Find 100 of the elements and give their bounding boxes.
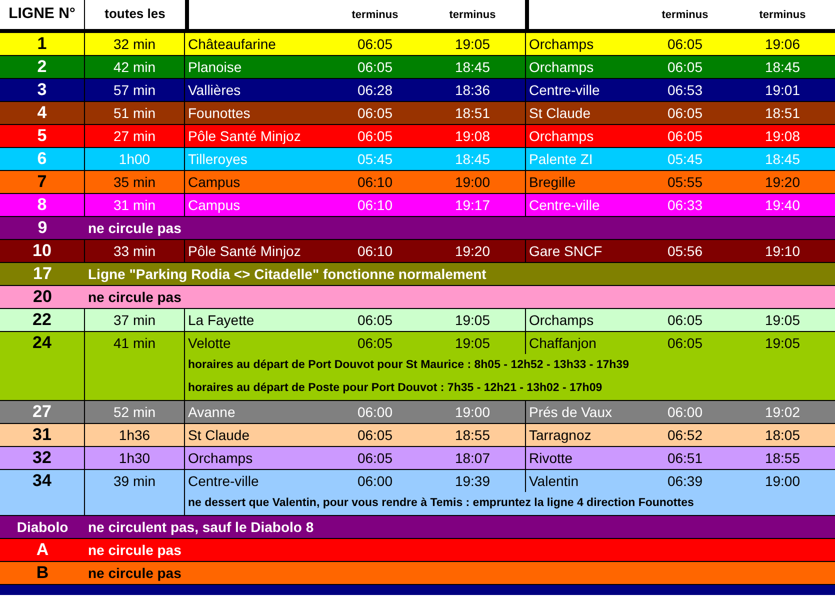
time-cell-text: 19:05 xyxy=(764,310,802,330)
time-cell-text: 06:10 xyxy=(356,196,394,214)
column-header: terminus xyxy=(448,8,497,22)
frequency-cell-text: 33 min xyxy=(113,242,156,261)
destination-cell: Centre-ville xyxy=(525,79,640,101)
line-number: 31 xyxy=(32,424,52,446)
time-cell-text: 19:06 xyxy=(764,34,802,54)
time-cell-text: 19:08 xyxy=(764,126,802,146)
frequency-cell-text: 42 min xyxy=(113,58,156,77)
time-cell-text: 06:28 xyxy=(356,80,394,100)
origin-cell-text: Campus xyxy=(187,196,242,215)
time-cell-text: 06:33 xyxy=(666,196,704,214)
origin-cell-text: Pôle Santé Minjoz xyxy=(187,126,302,146)
frequency-cell-text: 31 min xyxy=(113,196,156,215)
destination-cell: Gare SNCF xyxy=(525,240,640,262)
time-cell-text: 18:51 xyxy=(454,104,492,122)
time-cell-text: 06:05 xyxy=(356,34,394,54)
origin-cell-text: Campus xyxy=(187,172,242,192)
time-cell-text: 19:05 xyxy=(454,334,492,352)
notice-text: ne circulent pas, sauf le Diabolo 8 xyxy=(87,518,314,537)
line-number: 3 xyxy=(37,79,47,101)
time-cell-text: 05:56 xyxy=(666,242,704,260)
notice-text: Ligne "Parking Rodia <> Citadelle" fonctionne normalement xyxy=(87,264,486,284)
column-header: toutes les xyxy=(104,5,166,23)
frequency-cell-text: 51 min xyxy=(113,104,156,123)
time-cell-text: 06:05 xyxy=(356,334,394,352)
time-cell-text: 19:20 xyxy=(454,242,492,260)
time-cell-text: 18:51 xyxy=(764,104,802,122)
line-number: 2 xyxy=(37,56,47,78)
time-cell-text: 18:55 xyxy=(454,426,492,444)
line-number: 6 xyxy=(37,148,47,170)
origin-cell-text: Châteaufarine xyxy=(187,34,277,54)
frequency-cell-text: 35 min xyxy=(113,173,156,192)
time-cell-text: 18:45 xyxy=(454,150,492,168)
line-number: 34 xyxy=(32,470,52,492)
origin-cell-text: Vallières xyxy=(187,80,242,100)
time-cell-text: 19:40 xyxy=(764,196,802,214)
time-cell-text: 06:53 xyxy=(666,80,704,100)
time-cell-text: 06:05 xyxy=(356,426,394,444)
time-cell-text: 19:00 xyxy=(454,402,492,422)
origin-cell-text: Founottes xyxy=(187,104,252,122)
destination-cell: Orchamps xyxy=(525,309,640,331)
column-header: LIGNE N° xyxy=(0,0,85,29)
time-cell-text: 18:36 xyxy=(454,80,492,100)
time-cell-text: 19:05 xyxy=(454,34,492,54)
time-cell-text: 19:05 xyxy=(764,334,802,352)
destination-cell: St Claude xyxy=(525,102,640,124)
notice-text: ne circule pas xyxy=(87,564,182,583)
frequency-cell-text: 39 min xyxy=(113,472,156,491)
time-cell-text: 06:05 xyxy=(666,310,704,330)
time-cell-text: 06:05 xyxy=(666,126,704,146)
frequency-cell-text: 1h30 xyxy=(118,449,150,468)
origin-cell-text: Planoise xyxy=(187,58,243,76)
frequency-cell-text: 1h00 xyxy=(118,150,150,169)
origin-cell-text: Pôle Santé Minjoz xyxy=(187,242,302,261)
destination-cell: Bregille xyxy=(525,171,640,193)
time-cell-text: 06:05 xyxy=(666,334,704,352)
time-cell-text: 19:17 xyxy=(454,196,492,214)
time-cell-text: 06:00 xyxy=(666,402,704,422)
time-cell-text: 06:10 xyxy=(356,172,394,192)
time-cell-text: 19:00 xyxy=(454,172,492,192)
destination-cell: Rivotte xyxy=(525,447,640,469)
column-header: terminus xyxy=(350,8,400,22)
line-number: 4 xyxy=(37,102,47,124)
frequency-cell-text: 37 min xyxy=(113,311,156,330)
time-cell-text: 05:55 xyxy=(666,172,704,192)
line-number: 32 xyxy=(32,447,52,469)
line-number: 10 xyxy=(32,240,52,262)
notice-text: ne circule pas xyxy=(87,288,182,307)
time-cell-text: 18:05 xyxy=(764,426,802,444)
destination-cell: Palente ZI xyxy=(525,148,640,170)
line-number: 8 xyxy=(37,194,47,216)
time-cell-text: 18:55 xyxy=(764,448,802,468)
destination-cell: Orchamps xyxy=(525,56,640,78)
frequency-cell-text: 27 min xyxy=(113,127,156,146)
line-number: 17 xyxy=(32,263,53,286)
time-cell-text: 06:00 xyxy=(356,402,394,422)
time-cell-text: 19:10 xyxy=(764,242,802,260)
time-cell-text: 19:39 xyxy=(454,472,492,490)
time-cell-text: 05:45 xyxy=(666,150,704,168)
time-cell-text: 06:05 xyxy=(666,104,704,122)
time-cell-text: 06:05 xyxy=(356,58,394,76)
frequency-cell-text: 52 min xyxy=(113,403,156,422)
line-number: 24 xyxy=(32,332,52,354)
time-cell-text: 18:45 xyxy=(454,58,492,76)
time-cell-text: 19:02 xyxy=(764,402,802,422)
destination-cell: Chaffanjon xyxy=(525,332,640,354)
time-cell-text: 19:01 xyxy=(764,80,802,100)
time-cell-text: 18:45 xyxy=(764,58,802,76)
notice-text: ne circule pas xyxy=(87,540,182,560)
time-cell-text: 06:00 xyxy=(356,472,394,490)
time-cell-text: 06:52 xyxy=(666,426,704,444)
line-number: A xyxy=(35,539,50,562)
line-number: 27 xyxy=(32,401,52,423)
line-number: 1 xyxy=(37,33,47,55)
time-cell-text: 06:05 xyxy=(356,104,394,122)
origin-cell-text: La Fayette xyxy=(187,310,256,330)
time-cell-text: 06:05 xyxy=(356,310,394,330)
time-cell-text: 06:05 xyxy=(356,126,394,146)
destination-cell: Valentin xyxy=(525,470,640,492)
